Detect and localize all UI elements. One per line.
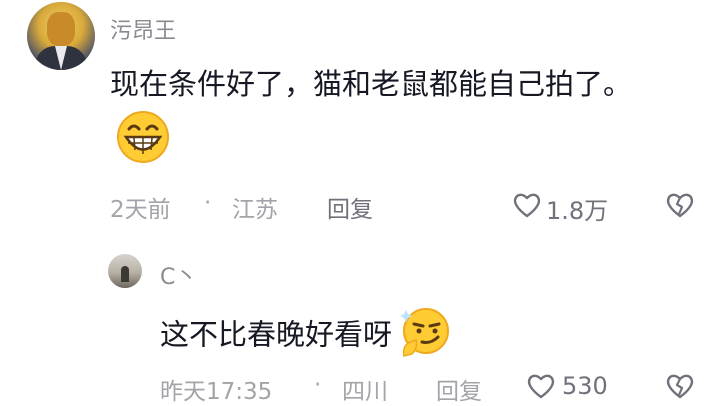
heart-outline-icon <box>527 374 555 399</box>
reply-avatar[interactable] <box>108 254 142 288</box>
comment-body: 现在条件好了，猫和老鼠都能自己拍了。 <box>110 67 633 101</box>
smirking-face-icon <box>398 306 452 367</box>
comment-dislike-button[interactable] <box>665 191 695 223</box>
reply-like-button[interactable] <box>526 372 556 404</box>
comment-time: 2天前 <box>110 197 171 223</box>
reply-reply-button[interactable]: 回复 <box>436 372 482 406</box>
comment-location: 江苏 <box>232 197 278 223</box>
comment-like-count: 1.8万 <box>546 197 609 225</box>
reply-time: 昨天17:35 <box>160 379 273 405</box>
comment-username[interactable]: 污昂王 <box>110 13 176 45</box>
reply-like-count: 530 <box>562 372 608 400</box>
reply-separator: · <box>314 372 322 398</box>
reply-username[interactable]: C丶 <box>160 259 197 291</box>
reply-body: 这不比春晚好看呀 <box>160 317 393 352</box>
broken-heart-icon <box>666 193 694 218</box>
heart-outline-icon <box>513 193 541 218</box>
avatar-silhouette <box>121 266 129 282</box>
comment-text: 现在条件好了，猫和老鼠都能自己拍了。 <box>110 58 680 180</box>
comment-like-button[interactable] <box>512 191 542 223</box>
avatar-face <box>47 12 75 46</box>
reply-location: 四川 <box>342 379 388 405</box>
comment-separator: · <box>204 190 212 216</box>
broken-heart-icon <box>666 374 694 399</box>
reply-dislike-button[interactable] <box>665 372 695 404</box>
grinning-face-icon <box>116 110 170 180</box>
reply-text: 这不比春晚好看呀 <box>160 306 452 367</box>
comment-reply-button[interactable]: 回复 <box>327 190 373 224</box>
commenter-avatar[interactable] <box>27 2 95 70</box>
